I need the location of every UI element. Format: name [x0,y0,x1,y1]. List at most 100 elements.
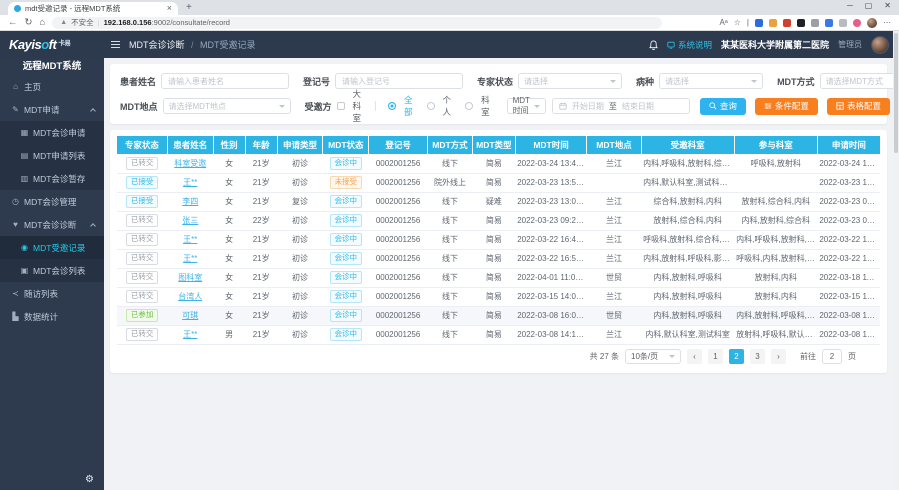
extension-icon[interactable] [797,19,805,27]
patient-name-link[interactable]: 台湾人 [178,292,202,301]
sidebar-toggle-icon[interactable] [111,41,120,48]
column-header: 申请时间 [817,136,880,154]
tab-close-icon[interactable]: × [167,4,172,13]
extension-icon[interactable] [839,19,847,27]
reload-icon[interactable]: ↻ [25,18,33,28]
patient-name-link[interactable]: 科室受邀 [174,159,206,168]
browser-tab[interactable]: mdt受邀记录 - 远程MDT系统 × [8,2,178,15]
sidebar-item-shield[interactable]: ▣MDT会诊列表 [0,259,104,282]
date-range-picker[interactable]: 开始日期 至 结束日期 [552,98,690,114]
extension-icon[interactable] [825,19,833,27]
address-bar[interactable]: ▲ 不安全 | 192.168.0.156:9002/consultate/re… [52,17,662,29]
apply-type-cell: 初诊 [277,325,323,344]
browser-menu-icon[interactable]: ⋯ [883,18,891,27]
scrollbar[interactable] [893,31,899,490]
time-type-select[interactable]: MDT时间 [507,98,546,114]
window-close-button[interactable]: ✕ [884,2,891,10]
bell-icon[interactable] [649,40,658,50]
apply-time-cell: 2022-03-23 08:49:53 [817,211,880,230]
search-button[interactable]: 查询 [700,98,746,115]
mdt-status-cell: 会诊中 [323,306,369,325]
patient-name-link[interactable]: 王** [183,235,197,244]
mdt-status-cell: 会诊中 [323,325,369,344]
sidebar-item-edit[interactable]: ✎MDT申请 [0,98,104,121]
page-size-select[interactable]: 10条/页 [625,349,681,364]
sidebar-item-share[interactable]: ≺随访列表 [0,282,104,305]
patient-name-link[interactable]: 王** [183,330,197,339]
mdt-mode-cell: 线下 [427,249,472,268]
extension-icon[interactable] [811,19,819,27]
mdt-status-cell: 会诊中 [323,230,369,249]
invited-depts-cell: 内科,默认科室,测试科室,放射科 [641,173,734,192]
patient-name-link[interactable]: 可琪 [182,311,198,320]
dept-checkbox[interactable] [337,102,345,110]
radio-personal-label[interactable]: 个人 [443,94,452,118]
user-role[interactable]: 管理员 [838,39,862,50]
prev-page-button[interactable]: ‹ [687,349,702,364]
user-avatar[interactable] [871,36,889,54]
regno-input[interactable] [335,73,463,89]
breadcrumb-root[interactable]: MDT会诊诊断 [129,40,185,50]
mdt-place-select[interactable]: 请选择MDT地点 [163,98,291,114]
new-tab-button[interactable]: + [186,3,192,13]
column-header: MDT时间 [515,136,587,154]
patient-name-link[interactable]: 李四 [182,197,198,206]
system-doc-link[interactable]: 系统说明 [667,39,712,51]
regno-label: 登记号 [303,75,330,88]
window-minimize-button[interactable]: ─ [847,2,853,10]
scrollbar-thumb[interactable] [894,33,898,153]
next-page-button[interactable]: › [771,349,786,364]
clock-icon: ◷ [11,197,20,206]
extension-icon[interactable] [755,19,763,27]
page-button-1[interactable]: 1 [708,349,723,364]
mdt-status-cell: 会诊中 [323,268,369,287]
condition-config-button[interactable]: 条件配置 [755,98,818,115]
read-aloud-icon[interactable]: Aᵃ [719,18,727,27]
gender-cell: 女 [213,230,245,249]
sidebar-item-record[interactable]: ◉MDT受邀记录 [0,236,104,259]
page-button-2[interactable]: 2 [729,349,744,364]
mdt-mode-select[interactable]: 请选择MDT方式 [820,73,899,89]
sidebar-item-chart[interactable]: ▙数据统计 [0,305,104,328]
expert-status-cell: 已接受 [117,173,167,192]
mdt-place-label: MDT地点 [120,100,158,113]
patient-name-input[interactable] [161,73,289,89]
reg-no-cell: 0002001256 [369,249,428,268]
table-config-button[interactable]: 表格配置 [827,98,890,115]
not-secure-icon: ▲ [60,19,67,26]
gender-cell: 女 [213,249,245,268]
patient-name-link[interactable]: 图科室 [178,273,202,282]
dept-checkbox-label[interactable]: 大科室 [353,88,362,124]
radio-all[interactable] [388,102,396,110]
reg-no-cell: 0002001256 [369,173,428,192]
extension-icon[interactable] [853,19,861,27]
age-cell: 21岁 [245,249,277,268]
radio-dept[interactable] [465,102,473,110]
favorites-star-icon[interactable]: ☆ [734,18,741,27]
invited-depts-cell: 内科,放射科,呼吸科 [641,306,734,325]
gear-icon[interactable]: ⚙ [85,474,94,485]
goto-page-input[interactable] [822,349,842,364]
sidebar-item-home[interactable]: ⌂主页 [0,75,104,98]
page-button-3[interactable]: 3 [750,349,765,364]
extension-icon[interactable] [769,19,777,27]
sidebar-item-clock[interactable]: ◷MDT会诊管理 [0,190,104,213]
sidebar-item-draft[interactable]: ▥MDT会诊暂存 [0,167,104,190]
window-maximize-button[interactable]: ▢ [865,2,873,10]
back-icon[interactable]: ← [8,18,18,28]
sidebar-item-form[interactable]: ▦MDT会诊申请 [0,121,104,144]
patient-name-link[interactable]: 王** [183,178,197,187]
patient-name-link[interactable]: 张三 [182,216,198,225]
extension-icon[interactable] [783,19,791,27]
sidebar-item-list[interactable]: ▤MDT申请列表 [0,144,104,167]
radio-all-label[interactable]: 全部 [404,94,413,118]
browser-profile-avatar[interactable] [867,18,877,28]
apply-time-cell: 2022-03-22 15:57:03 [817,249,880,268]
home-icon[interactable]: ⌂ [39,18,45,28]
disease-select[interactable]: 请选择 [659,73,763,89]
expert-status-select[interactable]: 请选择 [518,73,622,89]
sidebar-item-diagnosis[interactable]: ♥MDT会诊诊断 [0,213,104,236]
radio-personal[interactable] [427,102,435,110]
radio-dept-label[interactable]: 科室 [481,94,490,118]
patient-name-link[interactable]: 王** [183,254,197,263]
